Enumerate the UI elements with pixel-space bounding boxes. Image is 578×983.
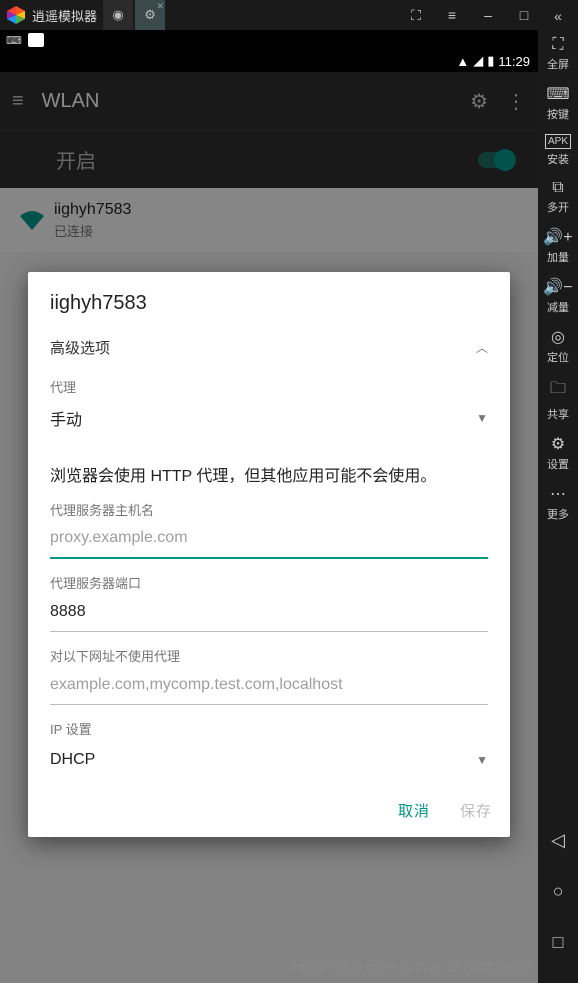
tool-location[interactable]: ◎ 定位: [538, 321, 578, 371]
wifi-config-dialog: iighyh7583 高级选项 ︿ 代理 手动 ▼ 浏览器会使用 HTTP 代理…: [28, 272, 510, 837]
window-menu-button[interactable]: ≡: [434, 0, 470, 30]
cancel-button[interactable]: 取消: [398, 800, 430, 821]
multi-icon: ⧉: [552, 179, 563, 197]
signal-status-icon: ◢: [473, 53, 483, 69]
nav-home-button[interactable]: ○: [553, 881, 564, 902]
emulator-tabs: ◉ ⚙ ✕: [103, 0, 165, 30]
battery-status-icon: ▮: [487, 53, 494, 69]
ip-settings-select[interactable]: DHCP ▼: [50, 738, 488, 782]
emulator-titlebar: 逍遥模拟器 ◉ ⚙ ✕ ⛶ ≡ – □ ✕: [0, 0, 578, 30]
proxy-select[interactable]: 手动 ▼: [50, 396, 488, 440]
tool-volume-down[interactable]: 🔊− 减量: [538, 271, 578, 321]
ip-settings-value: DHCP: [50, 751, 95, 769]
tool-label: 按键: [547, 106, 569, 122]
tool-share[interactable]: 🗀 共享: [538, 371, 578, 428]
apk-icon: APK: [545, 134, 571, 149]
ip-settings-label: IP 设置: [50, 719, 488, 738]
port-input[interactable]: [50, 592, 488, 632]
emulator-tab[interactable]: ◉: [103, 0, 133, 30]
lang-indicator-icon: [28, 33, 44, 47]
folder-icon: 🗀: [550, 377, 566, 404]
tool-label: 加量: [547, 249, 569, 265]
location-icon: ◎: [551, 327, 565, 347]
tool-install-apk[interactable]: APK 安装: [538, 128, 578, 173]
tool-label: 设置: [547, 456, 569, 472]
hostname-input[interactable]: [50, 519, 488, 559]
volume-down-icon: 🔊−: [543, 277, 572, 297]
advanced-options-row[interactable]: 高级选项 ︿: [50, 329, 488, 365]
port-label: 代理服务器端口: [50, 573, 488, 592]
fullscreen-icon: ⛶: [552, 36, 563, 54]
bypass-input[interactable]: [50, 665, 488, 705]
tool-label: 共享: [547, 406, 569, 422]
clock: 11:29: [498, 54, 530, 69]
tool-fullscreen[interactable]: ⛶ 全屏: [538, 30, 578, 78]
emulator-logo-icon: [6, 5, 26, 25]
chevron-down-icon: ▼: [476, 411, 488, 425]
tool-label: 减量: [547, 299, 569, 315]
wifi-status-icon: ▲: [456, 54, 469, 69]
tool-label: 定位: [547, 349, 569, 365]
more-icon: ⋯: [550, 484, 566, 504]
volume-up-icon: 🔊+: [543, 227, 572, 247]
gear-icon: ⚙: [551, 434, 565, 454]
tool-label: 多开: [547, 199, 569, 215]
nav-back-button[interactable]: ◁: [551, 830, 565, 851]
proxy-value: 手动: [50, 406, 82, 430]
window-fullscreen-button[interactable]: ⛶: [398, 0, 434, 30]
dialog-title: iighyh7583: [28, 272, 510, 329]
hostname-label: 代理服务器主机名: [50, 500, 488, 519]
tool-more[interactable]: ⋯ 更多: [538, 478, 578, 528]
nav-recent-button[interactable]: □: [553, 932, 564, 953]
emulator-title: 逍遥模拟器: [32, 6, 97, 25]
chevron-up-icon: ︿: [476, 339, 488, 356]
ime-strip: ⌨: [0, 30, 538, 50]
android-nav-keys: ◁ ○ □: [538, 830, 578, 953]
tool-keymap[interactable]: ⌨ 按键: [538, 78, 578, 128]
watermark: https://blog.csdn.net/weixin_44836662: [294, 959, 532, 975]
keyboard-icon: ⌨: [546, 84, 569, 104]
window-minimize-button[interactable]: –: [470, 0, 506, 30]
keyboard-small-icon: ⌨: [6, 34, 22, 47]
gear-icon: ⚙: [144, 7, 156, 23]
tool-settings[interactable]: ⚙ 设置: [538, 428, 578, 478]
phone-screen: ⌨ ▲ ◢ ▮ 11:29 ≡ WLAN ⚙ ⋮ 开启 iighyh7583 已…: [0, 30, 538, 983]
toolbar-collapse-icon[interactable]: «: [554, 8, 562, 24]
wlan-screen: ≡ WLAN ⚙ ⋮ 开启 iighyh7583 已连接 iighyh7583: [0, 72, 538, 983]
advanced-options-label: 高级选项: [50, 337, 110, 358]
tool-label: 更多: [547, 506, 569, 522]
android-status-bar: ▲ ◢ ▮ 11:29: [0, 50, 538, 72]
proxy-label: 代理: [50, 377, 488, 396]
dialog-actions: 取消 保存: [28, 782, 510, 831]
tool-multi-instance[interactable]: ⧉ 多开: [538, 173, 578, 221]
tool-label: 全屏: [547, 56, 569, 72]
tool-volume-up[interactable]: 🔊+ 加量: [538, 221, 578, 271]
chevron-down-icon: ▼: [476, 753, 488, 767]
tool-label: 安装: [547, 151, 569, 167]
save-button[interactable]: 保存: [460, 800, 492, 821]
tab-close-icon[interactable]: ✕: [156, 1, 164, 12]
window-restore-button[interactable]: □: [506, 0, 542, 30]
emulator-tab-active[interactable]: ⚙ ✕: [135, 0, 165, 30]
tab-aqua-icon: ◉: [112, 7, 123, 23]
proxy-hint: 浏览器会使用 HTTP 代理，但其他应用可能不会使用。: [50, 462, 488, 486]
bypass-label: 对以下网址不使用代理: [50, 646, 488, 665]
